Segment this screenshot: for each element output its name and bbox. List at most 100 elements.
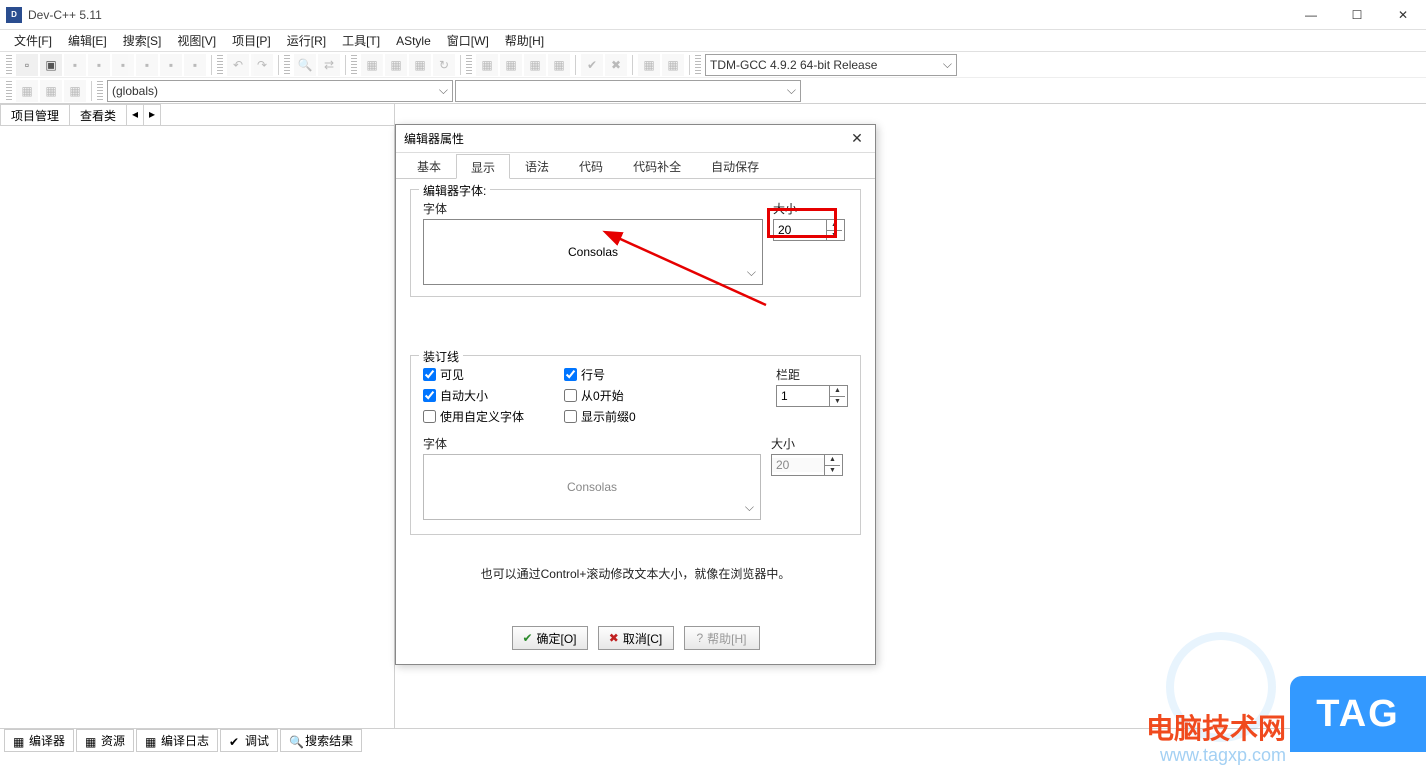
dialog-tabs: 基本 显示 语法 代码 代码补全 自动保存	[396, 153, 875, 179]
nav-bookmark-button[interactable]: ▦	[64, 80, 86, 102]
grip-icon	[466, 55, 472, 75]
menu-view[interactable]: 视图[V]	[169, 30, 224, 51]
menu-tools[interactable]: 工具[T]	[334, 30, 388, 51]
tab-syntax[interactable]: 语法	[510, 153, 564, 178]
cb-custom-font[interactable]: 使用自定义字体	[423, 408, 524, 425]
tab-search-results[interactable]: 🔍搜索结果	[280, 729, 362, 752]
cb-prefix-zero[interactable]: 显示前缀0	[564, 408, 636, 425]
menu-run[interactable]: 运行[R]	[279, 30, 334, 51]
spinner-arrows[interactable]: ▲▼	[829, 386, 845, 406]
run-button[interactable]: ▦	[385, 54, 407, 76]
open-button[interactable]: ▣	[40, 54, 62, 76]
compile-run-button[interactable]: ▦	[409, 54, 431, 76]
left-panel-tabs: 项目管理 查看类 ◂ ▸	[0, 104, 394, 126]
spinner-arrows[interactable]: ▲▼	[826, 220, 842, 240]
grip-icon	[6, 55, 12, 75]
nav-back-button[interactable]: ▦	[16, 80, 38, 102]
font-label: 字体	[423, 200, 763, 217]
gutter-font-label: 字体	[423, 435, 761, 452]
editor-font-fieldset: 编辑器字体: 字体 Consolas 大小 ▲▼	[410, 189, 861, 297]
help-button[interactable]: ?帮助[H]	[684, 626, 760, 650]
step-button[interactable]: ▦	[524, 54, 546, 76]
grip-icon	[284, 55, 290, 75]
ok-button[interactable]: ✔确定[O]	[512, 626, 588, 650]
gutter-font-size-spinner: ▲▼	[771, 454, 843, 476]
scope-selector[interactable]: (globals)	[107, 80, 453, 102]
profile-button[interactable]: ▦	[638, 54, 660, 76]
separator	[278, 55, 279, 75]
gutter-spacing-input[interactable]	[777, 389, 829, 403]
menu-astyle[interactable]: AStyle	[388, 32, 439, 50]
clean-button[interactable]: ▦	[662, 54, 684, 76]
tab-display[interactable]: 显示	[456, 154, 510, 179]
minimize-button[interactable]: ―	[1288, 0, 1334, 30]
separator	[460, 55, 461, 75]
editor-font-size-input[interactable]	[774, 223, 826, 237]
member-selector[interactable]	[455, 80, 801, 102]
tab-autosave[interactable]: 自动保存	[696, 153, 774, 178]
dialog-body: 编辑器字体: 字体 Consolas 大小 ▲▼	[396, 179, 875, 626]
maximize-button[interactable]: ☐	[1334, 0, 1380, 30]
closeall-button[interactable]: ▪	[160, 54, 182, 76]
new-file-button[interactable]: ▫	[16, 54, 38, 76]
cb-autosize[interactable]: 自动大小	[423, 387, 524, 404]
stepover-button[interactable]: ▦	[548, 54, 570, 76]
gutter-fieldset: 装订线 可见 自动大小 使用自定义字体 行号 从0开始 显示前缀0 栏距 ▲▼	[410, 355, 861, 535]
save-button[interactable]: ▪	[64, 54, 86, 76]
check-button[interactable]: ✔	[581, 54, 603, 76]
editor-properties-dialog: 编辑器属性 ✕ 基本 显示 语法 代码 代码补全 自动保存 编辑器字体: 字体 …	[395, 124, 876, 665]
dialog-close-button[interactable]: ✕	[847, 130, 867, 147]
menu-search[interactable]: 搜索[S]	[115, 30, 170, 51]
tab-debug[interactable]: ✔调试	[220, 729, 278, 752]
editor-font-size-spinner[interactable]: ▲▼	[773, 219, 845, 241]
window-controls: ― ☐ ✕	[1288, 0, 1426, 30]
rebuild-button[interactable]: ↻	[433, 54, 455, 76]
menu-file[interactable]: 文件[F]	[6, 30, 60, 51]
compile-button[interactable]: ▦	[361, 54, 383, 76]
editor-font-selector[interactable]: Consolas	[423, 219, 763, 285]
undo-button[interactable]: ↶	[227, 54, 249, 76]
tab-compiler[interactable]: ▦编译器	[4, 729, 74, 752]
menu-window[interactable]: 窗口[W]	[439, 30, 497, 51]
tab-scroll-left[interactable]: ◂	[126, 104, 144, 125]
watermark-tag: TAG	[1290, 676, 1426, 752]
menu-help[interactable]: 帮助[H]	[497, 30, 552, 51]
spacing-label: 栏距	[776, 366, 848, 383]
tab-scroll-right[interactable]: ▸	[143, 104, 161, 125]
tab-classes[interactable]: 查看类	[69, 104, 127, 125]
grip-icon	[6, 81, 12, 101]
saveall-button[interactable]: ▪	[88, 54, 110, 76]
tab-resources[interactable]: ▦资源	[76, 729, 134, 752]
print-button[interactable]: ▪	[184, 54, 206, 76]
spinner-arrows: ▲▼	[824, 455, 840, 475]
close-button[interactable]: ✕	[1380, 0, 1426, 30]
gutter-size-label: 大小	[771, 435, 843, 452]
stop-button[interactable]: ▦	[500, 54, 522, 76]
nav-fwd-button[interactable]: ▦	[40, 80, 62, 102]
menu-project[interactable]: 项目[P]	[224, 30, 279, 51]
tab-project[interactable]: 项目管理	[0, 104, 70, 125]
cb-line-number[interactable]: 行号	[564, 366, 636, 383]
toolbar-2: ▦ ▦ ▦ (globals)	[0, 78, 1426, 104]
cb-start-zero[interactable]: 从0开始	[564, 387, 636, 404]
separator	[575, 55, 576, 75]
redo-button[interactable]: ↷	[251, 54, 273, 76]
tab-compile-log[interactable]: ▦编译日志	[136, 729, 218, 752]
app-icon: D	[6, 7, 22, 23]
cb-visible[interactable]: 可见	[423, 366, 524, 383]
gutter-spacing-spinner[interactable]: ▲▼	[776, 385, 848, 407]
cancel-button[interactable]: ✖取消[C]	[598, 626, 674, 650]
gutter-legend: 装订线	[419, 348, 463, 365]
saveas-button[interactable]: ▪	[112, 54, 134, 76]
tab-code[interactable]: 代码	[564, 153, 618, 178]
x-button[interactable]: ✖	[605, 54, 627, 76]
menu-edit[interactable]: 编辑[E]	[60, 30, 115, 51]
tab-basic[interactable]: 基本	[402, 153, 456, 178]
gutter-font-size-input	[772, 458, 824, 472]
replace-button[interactable]: ⇄	[318, 54, 340, 76]
compiler-selector[interactable]: TDM-GCC 4.9.2 64-bit Release	[705, 54, 957, 76]
find-button[interactable]: 🔍	[294, 54, 316, 76]
close-file-button[interactable]: ▪	[136, 54, 158, 76]
tab-completion[interactable]: 代码补全	[618, 153, 696, 178]
debug-button[interactable]: ▦	[476, 54, 498, 76]
